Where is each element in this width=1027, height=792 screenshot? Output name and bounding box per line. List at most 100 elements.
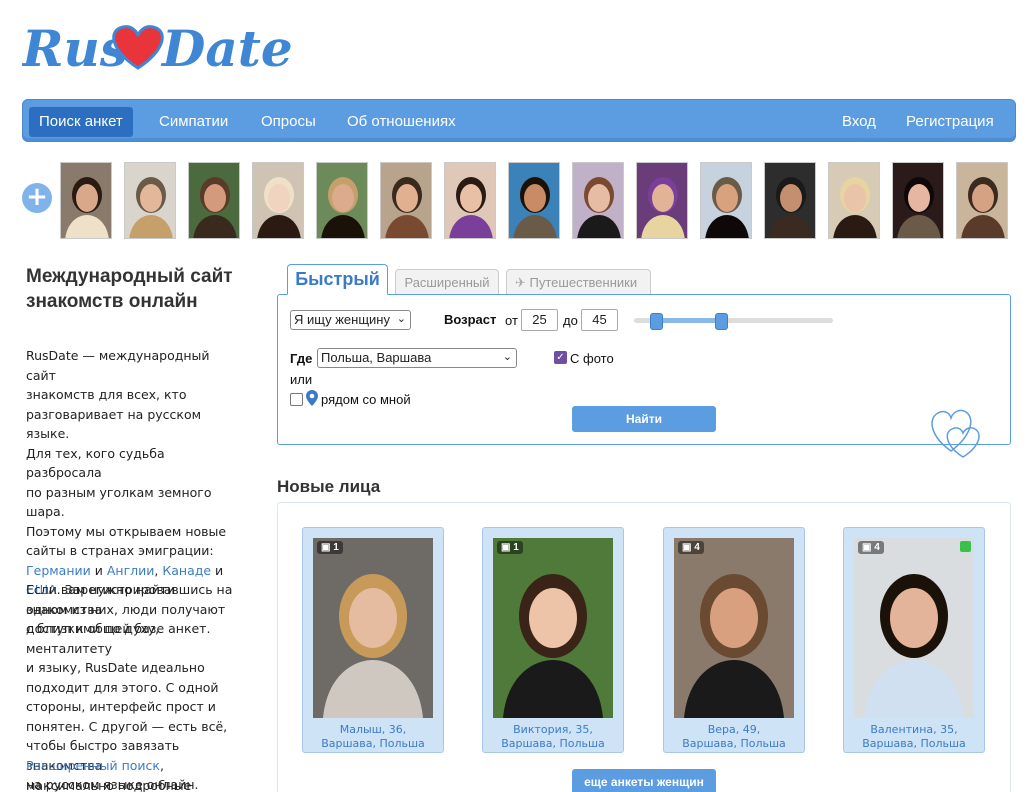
profile-thumbnail[interactable] <box>956 162 1008 239</box>
text: и <box>215 562 224 578</box>
age-to-input[interactable]: 45 <box>581 309 618 331</box>
camera-icon: ▣ <box>501 542 511 553</box>
age-from-input[interactable]: 25 <box>521 309 558 331</box>
profile-photo <box>317 163 367 238</box>
profile-photo[interactable]: ▣ 1 <box>313 538 433 718</box>
add-photo-plus-icon[interactable]: + <box>22 183 52 213</box>
profile-thumbnail[interactable] <box>252 162 304 239</box>
plane-icon: ✈ <box>515 275 526 290</box>
text-line: Поэтому мы открываем новые <box>26 523 227 539</box>
new-face-card[interactable]: ▣ 1 Виктория, 35, Варшава, Польша <box>482 527 624 753</box>
tab-travelers[interactable]: ✈ Путешественники <box>506 269 651 294</box>
profile-photo <box>765 163 815 238</box>
location-select[interactable]: Польша, Варшава ⌄ <box>317 348 517 368</box>
seeking-select[interactable]: Я ищу женщину ⌄ <box>290 310 411 330</box>
profile-photo <box>829 163 879 238</box>
or-label: или <box>290 372 313 387</box>
profile-photo <box>701 163 751 238</box>
profile-photo <box>381 163 431 238</box>
profile-photo <box>893 163 943 238</box>
profile-thumbnail[interactable] <box>636 162 688 239</box>
card-location: Варшава, Польша <box>682 737 786 750</box>
hearts-decoration-icon <box>931 409 980 458</box>
tab-quick-search[interactable]: Быстрый <box>287 264 388 295</box>
card-name-age[interactable]: Вера, 49, <box>664 723 804 736</box>
profile-thumbnail[interactable] <box>444 162 496 239</box>
age-range-slider[interactable] <box>634 318 833 323</box>
photo-count-badge: ▣ 4 <box>678 541 704 554</box>
nav-register[interactable]: Регистрация <box>896 107 1004 137</box>
site-logo[interactable]: Rus Date <box>20 10 293 80</box>
profile-photo[interactable]: ▣ 1 <box>493 538 613 718</box>
text-line: Если вам нужно найти знакомства <box>26 582 176 617</box>
profile-photo[interactable]: ▣ 4 <box>674 538 794 718</box>
text-line: сайты в странах эмиграции: <box>26 543 214 558</box>
location-pin-icon <box>306 390 318 410</box>
age-range-fill <box>656 318 721 323</box>
camera-icon: ▣ <box>682 542 692 553</box>
with-photo-checkbox[interactable]: ✓ <box>554 351 567 364</box>
card-name-age[interactable]: Виктория, 35, <box>483 723 623 736</box>
new-faces-title: Новые лица <box>277 477 381 496</box>
card-location: Варшава, Польша <box>862 737 966 750</box>
text-line: максимально подробные анкеты, <box>26 777 192 792</box>
tab-extended-search[interactable]: Расширенный <box>395 269 499 294</box>
profile-thumbnail[interactable] <box>828 162 880 239</box>
profile-thumbnail[interactable] <box>188 162 240 239</box>
card-name-age[interactable]: Валентина, 35, <box>844 723 984 736</box>
seeking-select-value: Я ищу женщину <box>294 312 390 327</box>
nav-about-relationships[interactable]: Об отношениях <box>337 107 466 137</box>
card-location: Варшава, Польша <box>321 737 425 750</box>
age-to-label: до <box>563 313 578 328</box>
nav-polls[interactable]: Опросы <box>251 107 326 137</box>
nav-sympathies[interactable]: Симпатии <box>149 107 238 137</box>
nav-login[interactable]: Вход <box>832 107 886 137</box>
new-face-card[interactable]: ▣ 4 Валентина, 35, Варшава, Польша <box>843 527 985 753</box>
main-navbar: Поиск анкет Симпатии Опросы Об отношения… <box>22 99 1016 142</box>
profile-thumbnail[interactable] <box>572 162 624 239</box>
nav-search-profiles[interactable]: Поиск анкет <box>29 107 133 137</box>
text-line: по разным уголкам земного шара. <box>26 484 212 520</box>
profile-photo[interactable]: ▣ 4 <box>854 538 974 718</box>
profile-thumbnail[interactable] <box>124 162 176 239</box>
photo-count-badge: ▣ 1 <box>497 541 523 554</box>
profile-photo <box>61 163 111 238</box>
link-extended-search[interactable]: Расширенный поиск <box>26 758 160 773</box>
extended-search-line: Расширенный поиск, <box>26 756 241 776</box>
profile-photo <box>253 163 303 238</box>
text: , <box>159 758 164 773</box>
text-line: и языку, RusDate идеально <box>26 660 205 675</box>
location-select-value: Польша, Варшава <box>321 350 432 365</box>
profile-thumbnail[interactable] <box>60 162 112 239</box>
age-label: Возраст <box>444 312 497 327</box>
age-to-slider-handle[interactable] <box>714 313 728 330</box>
card-name-age[interactable]: Малыш, 36, <box>303 723 443 736</box>
profile-thumbnail[interactable] <box>892 162 944 239</box>
text-line: с близкими по духу, менталитету <box>26 621 160 656</box>
profile-photo <box>189 163 239 238</box>
profile-photo <box>637 163 687 238</box>
near-me-checkbox[interactable] <box>290 393 303 406</box>
countries-line: Германии и Англии, Канаде и <box>26 561 241 581</box>
near-me-label: рядом со мной <box>321 392 411 407</box>
link-germany[interactable]: Германии <box>26 563 91 578</box>
age-from-slider-handle[interactable] <box>650 313 664 330</box>
card-location: Варшава, Польша <box>501 737 605 750</box>
photo-count-badge: ▣ 1 <box>317 541 343 554</box>
profile-thumbnail[interactable] <box>700 162 752 239</box>
profile-thumbnail[interactable] <box>764 162 816 239</box>
link-england[interactable]: Англии <box>107 563 155 578</box>
svg-text:Date: Date <box>160 19 292 78</box>
intro-paragraph-3: Расширенный поиск, максимально подробные… <box>26 756 241 792</box>
photo-count: 1 <box>333 542 339 553</box>
chevron-down-icon: ⌄ <box>502 351 512 363</box>
profile-thumbnail[interactable] <box>380 162 432 239</box>
link-canada[interactable]: Канаде <box>162 563 211 578</box>
new-face-card[interactable]: ▣ 4 Вера, 49, Варшава, Польша <box>663 527 805 753</box>
profile-thumbnail[interactable] <box>508 162 560 239</box>
profile-thumbnail[interactable] <box>316 162 368 239</box>
new-face-card[interactable]: ▣ 1 Малыш, 36, Варшава, Польша <box>302 527 444 753</box>
find-button[interactable]: Найти <box>572 406 716 432</box>
photo-count: 1 <box>513 542 519 553</box>
more-women-button[interactable]: еще анкеты женщин <box>572 769 716 792</box>
